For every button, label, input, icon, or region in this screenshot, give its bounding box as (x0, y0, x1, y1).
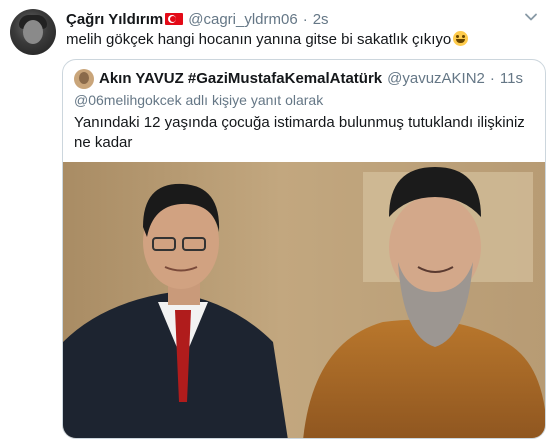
author-avatar[interactable] (10, 9, 56, 55)
quoted-separator-dot: · (489, 70, 495, 87)
quoted-author-name[interactable]: Akın YAVUZ #GaziMustafaKemalAtatürk (99, 70, 382, 87)
turkey-flag-icon (165, 13, 184, 25)
quoted-tweet[interactable]: Akın YAVUZ #GaziMustafaKemalAtatürk @yav… (62, 59, 546, 439)
tweet-text-content: melih gökçek hangi hocanın yanına gitse … (66, 31, 452, 48)
tweet-photo[interactable] (63, 162, 546, 439)
quoted-tweet-header: Akın YAVUZ #GaziMustafaKemalAtatürk @yav… (99, 70, 523, 87)
author-handle[interactable]: @cagri_yldrm06 (188, 11, 297, 28)
author-name[interactable]: Çağrı Yıldırım (66, 11, 163, 28)
grinning-face-icon (453, 31, 469, 46)
chevron-down-icon[interactable] (524, 10, 538, 24)
separator-dot: · (302, 10, 308, 28)
quoted-tweet-text: Yanındaki 12 yaşında çocuğa istimarda bu… (74, 114, 525, 151)
reply-context[interactable]: @06melihgokcek adlı kişiye yanıt olarak (74, 92, 323, 108)
tweet-text: melih gökçek hangi hocanın yanına gitse … (66, 31, 469, 48)
quoted-author-avatar[interactable] (74, 69, 94, 89)
tweet-header: Çağrı Yıldırım @cagri_yldrm06 · 2s (66, 9, 329, 29)
quoted-author-handle[interactable]: @yavuzAKIN2 (387, 70, 485, 87)
quoted-tweet-timestamp[interactable]: 11s (500, 70, 523, 87)
tweet-timestamp[interactable]: 2s (313, 11, 329, 28)
